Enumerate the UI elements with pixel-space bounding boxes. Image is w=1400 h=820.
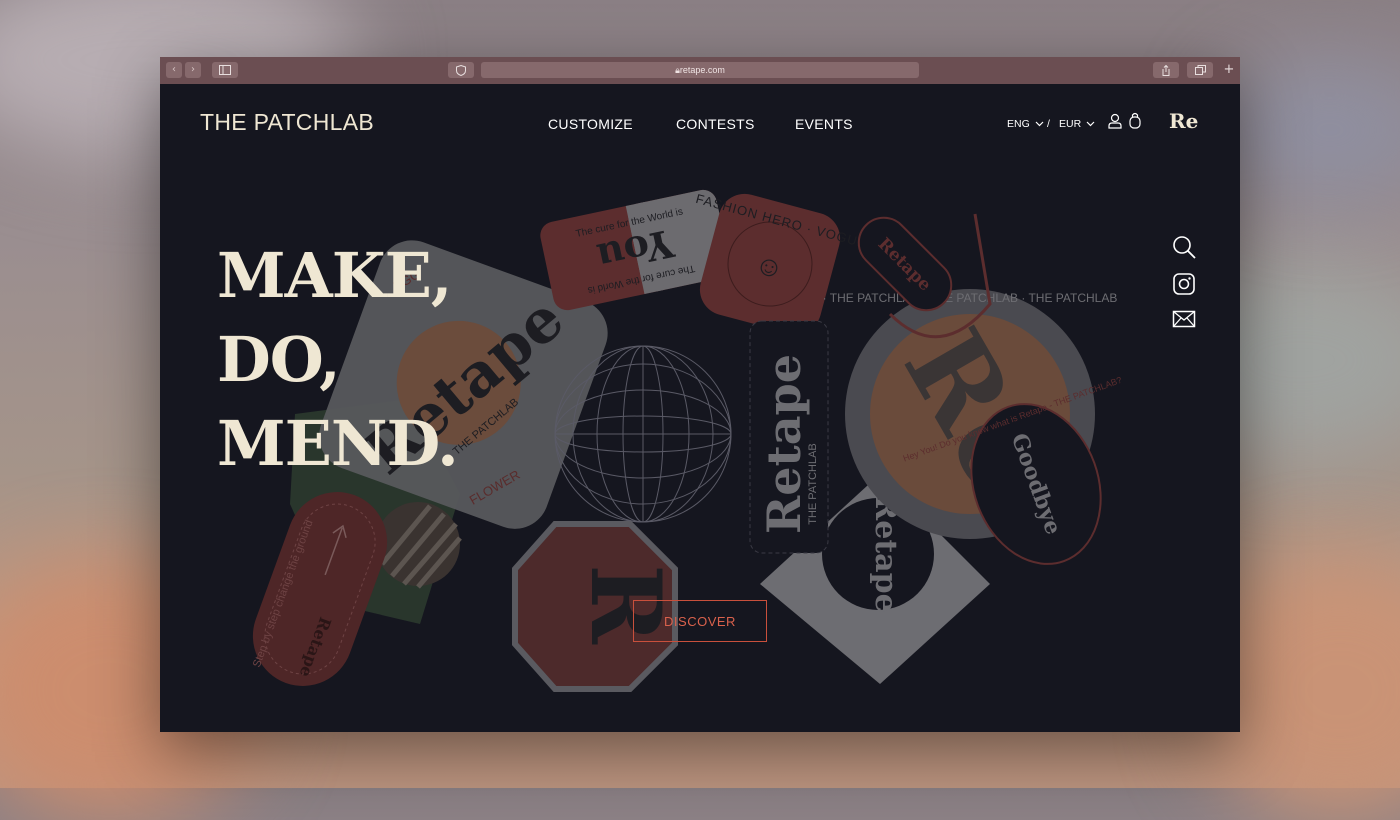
brand-mark[interactable]: Re	[1169, 109, 1198, 133]
vertical-retape-sub: THE PATCHLAB	[807, 443, 819, 525]
address-bar[interactable]: 🔒︎retape.com	[481, 62, 919, 78]
site-logo[interactable]: THE PATCHLAB	[200, 109, 374, 136]
back-button[interactable]: ‹	[166, 62, 182, 78]
sidebar-icon	[219, 65, 231, 75]
tabs-overview-button[interactable]	[1187, 62, 1213, 78]
chevron-down-icon	[1035, 121, 1044, 127]
forward-button[interactable]: ›	[185, 62, 201, 78]
browser-toolbar: ‹ › 🔒︎retape.com +	[160, 57, 1240, 85]
shield-icon	[456, 64, 466, 77]
selector-separator: /	[1047, 118, 1050, 130]
language-value: ENG	[1007, 118, 1030, 130]
privacy-report-button[interactable]	[448, 62, 474, 78]
user-icon[interactable]	[1108, 113, 1122, 129]
bag-icon[interactable]	[1129, 112, 1141, 129]
hero-headline: MAKE, DO, MEND.	[217, 234, 459, 486]
tabs-icon	[1194, 65, 1206, 75]
share-icon	[1162, 64, 1170, 76]
sidebar-toggle-button[interactable]	[212, 62, 238, 78]
instagram-icon[interactable]	[1172, 272, 1196, 296]
vertical-retape-word: Retape	[757, 354, 811, 534]
circle-re-ring: · THE PATCHLAB · THE PATCHLAB · THE PATC…	[823, 291, 1118, 305]
vertical-retape-patch: Retape THE PATCHLAB	[749, 320, 829, 554]
discover-button[interactable]: DISCOVER	[633, 600, 767, 642]
mail-icon[interactable]	[1172, 307, 1196, 331]
language-selector[interactable]: ENG	[1007, 118, 1044, 130]
headline-line: MAKE,	[217, 239, 452, 312]
nav-customize[interactable]: CUSTOMIZE	[548, 116, 633, 132]
headline-line: MEND.	[217, 407, 459, 480]
new-tab-button[interactable]: +	[1220, 62, 1238, 78]
search-icon[interactable]	[1172, 235, 1196, 259]
nav-contests[interactable]: CONTESTS	[676, 116, 755, 132]
share-button[interactable]	[1153, 62, 1179, 78]
url-text: retape.com	[679, 65, 725, 75]
headline-line: DO,	[217, 323, 341, 396]
nav-events[interactable]: EVENTS	[795, 116, 853, 132]
chevron-down-icon	[1086, 121, 1095, 127]
currency-value: EUR	[1059, 118, 1082, 130]
currency-selector[interactable]: EUR	[1059, 118, 1095, 130]
browser-window: ‹ › 🔒︎retape.com + Retape Step by step c…	[160, 57, 1240, 732]
web-page: Retape Step by step change the ground Re…	[160, 84, 1240, 732]
